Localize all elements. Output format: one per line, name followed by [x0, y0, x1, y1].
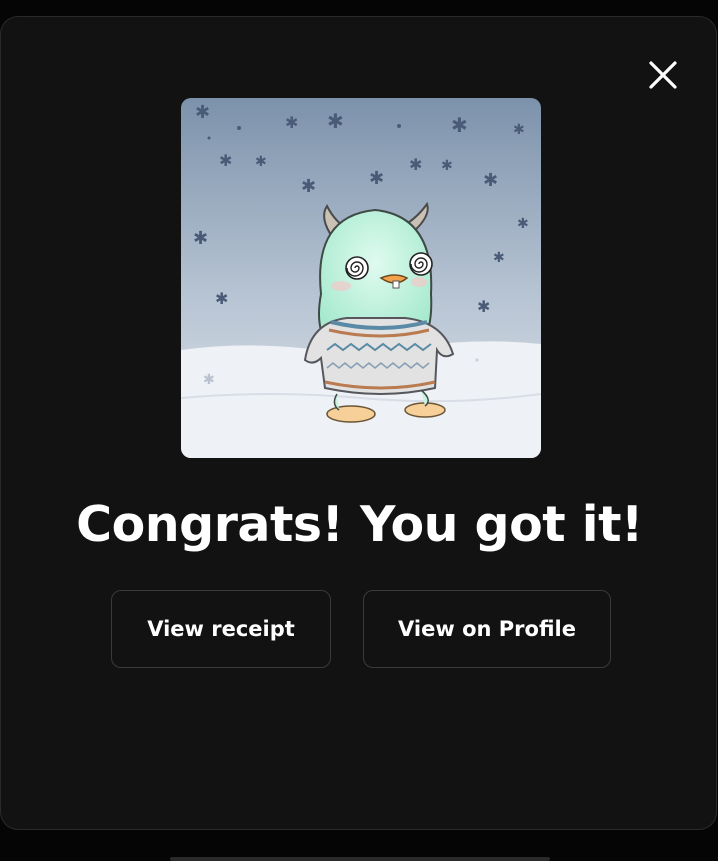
view-receipt-label: View receipt [147, 617, 295, 641]
svg-text:✱: ✱ [285, 113, 298, 132]
view-on-profile-label: View on Profile [398, 617, 576, 641]
svg-text:✱: ✱ [327, 109, 344, 133]
close-button[interactable] [641, 55, 685, 95]
svg-text:✱: ✱ [477, 297, 490, 316]
view-on-profile-button[interactable]: View on Profile [363, 590, 611, 668]
svg-text:✱: ✱ [255, 154, 267, 170]
svg-text:✱: ✱ [369, 168, 384, 189]
svg-text:✱: ✱ [203, 372, 215, 388]
svg-text:✱: ✱ [195, 102, 210, 123]
success-headline: Congrats! You got it! [76, 496, 643, 553]
nft-artwork: ✱ ✱ ✱ ✱ ✱ ✱ ✱ ✱ ✱ ✱ ✱ ✱ ✱ ✱ ✱ ✱ ✱ ✱ [181, 98, 541, 458]
svg-text:✱: ✱ [513, 122, 525, 138]
purchase-success-modal: ✱ ✱ ✱ ✱ ✱ ✱ ✱ ✱ ✱ ✱ ✱ ✱ ✱ ✱ ✱ ✱ ✱ ✱ Cong… [0, 16, 717, 830]
penguin-artwork-image: ✱ ✱ ✱ ✱ ✱ ✱ ✱ ✱ ✱ ✱ ✱ ✱ ✱ ✱ ✱ ✱ ✱ ✱ [181, 98, 541, 458]
close-icon [649, 61, 677, 89]
svg-text:✱: ✱ [409, 155, 422, 174]
svg-text:✱: ✱ [483, 170, 498, 191]
view-receipt-button[interactable]: View receipt [111, 590, 331, 668]
svg-text:✱: ✱ [451, 113, 468, 137]
svg-text:✱: ✱ [301, 176, 316, 197]
bottom-handle [170, 857, 550, 861]
svg-text:✱: ✱ [493, 250, 505, 266]
svg-text:✱: ✱ [215, 289, 228, 308]
svg-text:✱: ✱ [441, 158, 453, 174]
svg-text:✱: ✱ [219, 151, 232, 170]
svg-text:✱: ✱ [517, 216, 529, 232]
svg-text:✱: ✱ [193, 228, 208, 249]
